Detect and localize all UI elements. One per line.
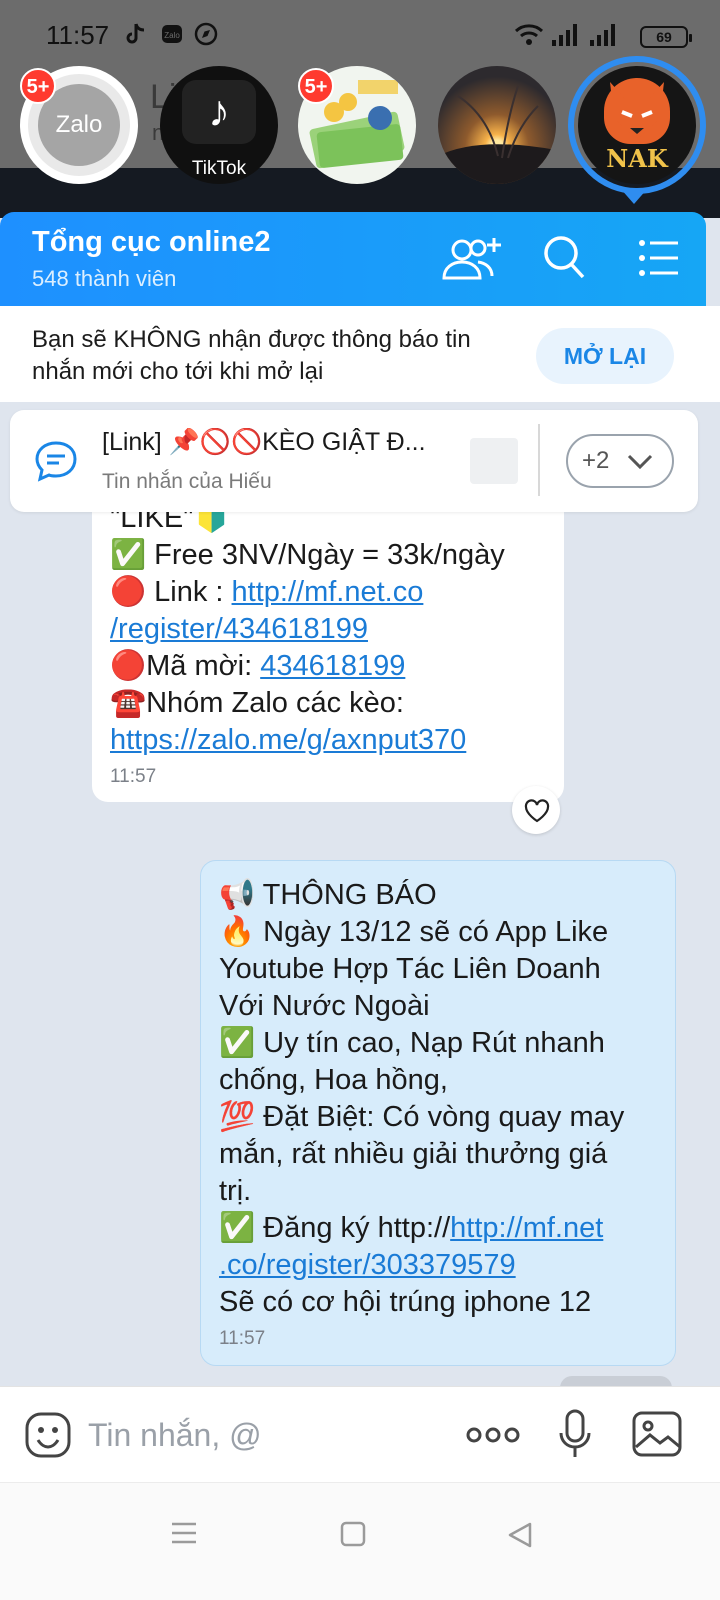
message-input-bar [0,1386,720,1482]
chat-header: Tổng cục online2 548 thành viên [0,212,706,306]
menu-icon[interactable] [638,238,680,283]
message-time: 11:57 [110,766,157,787]
pinned-sender: Tin nhắn của Hiếu [102,470,272,493]
chevron-down-icon [627,454,653,470]
fox-logo-icon [604,78,670,144]
message-text: 🔴Mã mời: [110,650,261,682]
mute-notice: Bạn sẽ KHÔNG nhận được thông báo tin nhắ… [0,306,720,402]
message-line: ✅ Free 3NV/Ngày = 33k/ngày [110,539,505,571]
chat-head-fox[interactable]: NAK [578,66,696,184]
search-icon[interactable] [542,234,586,285]
outgoing-message[interactable]: 📢 THÔNG BÁO 🔥 Ngày 13/12 sẽ có App Like … [200,860,676,1366]
pinned-message[interactable]: [Link] 📌🚫🚫KÈO GIẬT Đ... Tin nhắn của Hiế… [10,410,698,512]
zalo-group-link[interactable]: https://zalo.me/g/axnput370 [110,724,466,756]
divider [538,424,540,496]
fox-logo-text: NAK [606,144,668,173]
heart-icon [524,799,550,823]
sticker-icon[interactable] [24,1411,72,1464]
more-icon[interactable] [466,1425,520,1450]
wifi-icon [514,24,544,48]
message-line: chống, Hoa hồng, [219,1064,448,1096]
chat-head-sunset[interactable] [438,66,556,184]
recents-icon[interactable] [170,1521,198,1550]
incoming-message[interactable]: "LIKE"🔰 ✅ Free 3NV/Ngày = 33k/ngày 🔴 Lin… [92,474,564,802]
message-line: ✅ Uy tín cao, Nạp Rút nhanh [219,1027,605,1059]
signal-icon [552,24,577,48]
message-line: 💯 Đặt Biệt: Có vòng quay may [219,1101,625,1133]
message-line: 🔴 Link : http://mf.net.co [110,574,546,611]
status-time: 11:57 [46,20,110,50]
pinned-more-button[interactable]: +2 [566,434,674,488]
message-text: 🔴 Link : [110,576,232,608]
message-line: ☎️Nhóm Zalo các kèo: [110,687,404,719]
message-line: Với Nước Ngoài [219,990,430,1022]
image-icon[interactable] [632,1411,682,1462]
mute-notice-text: Bạn sẽ KHÔNG nhận được thông báo tin nhắ… [32,326,471,385]
react-button[interactable] [512,786,560,834]
signal-icon-2 [590,24,615,48]
message-line: Sẽ có cơ hội trúng iphone 12 [219,1286,592,1318]
compass-icon [194,22,218,46]
message-text: ✅ Đăng ký http:// [219,1212,451,1244]
message-time: 11:57 [219,1328,266,1349]
message-line: .co/register/303379579 [219,1247,657,1284]
mic-icon[interactable] [558,1409,592,1466]
message-line: 📢 THÔNG BÁO [219,879,437,911]
pinned-more-count: +2 [582,447,610,474]
register-link[interactable]: http://mf.net [450,1212,603,1244]
pinned-thumbnail [470,438,518,484]
tiktok-icon [124,22,148,46]
message-line: https://zalo.me/g/axnput370 [110,722,546,759]
add-member-icon[interactable] [440,234,504,289]
register-link-cont[interactable]: /register/434618199 [110,613,368,645]
pinned-title: [Link] 📌🚫🚫KÈO GIẬT Đ... [102,428,426,456]
chat-head-tiktok[interactable]: ♪ TikTok [160,66,278,184]
group-name[interactable]: Tổng cục online2 [32,226,270,259]
message-line: mắn, rất nhiều giải thưởng giá [219,1138,608,1170]
active-chat-head-pointer [620,188,648,204]
message-line: trị. [219,1175,252,1207]
register-link-cont[interactable]: .co/register/303379579 [219,1249,516,1281]
home-icon[interactable] [340,1521,366,1552]
notification-badge: 5+ [20,68,56,104]
chat-bubble-icon [34,440,78,487]
invite-code-link[interactable]: 434618199 [260,650,405,682]
member-count: 548 thành viên [32,266,177,291]
tiktok-label: TikTok [191,158,247,179]
message-line: Youtube Hợp Tác Liên Doanh [219,953,601,985]
tiktok-logo-icon: ♪ [182,80,256,144]
message-input[interactable] [88,1407,448,1463]
message-line: ✅ Đăng ký http://http://mf.net [219,1210,657,1247]
message-line: 🔥 Ngày 13/12 sẽ có App Like [219,916,609,948]
zalo-icon: Zalo [160,22,184,46]
reopen-notifications-button[interactable]: MỞ LẠI [536,328,674,384]
system-nav-bar [0,1482,720,1600]
sunset-avatar-image [438,85,556,184]
svg-text:Zalo: Zalo [164,31,180,40]
register-link[interactable]: http://mf.net.co [232,576,424,608]
message-line: 🔴Mã mời: 434618199 [110,648,546,685]
battery-icon: 69 [640,26,692,48]
back-icon[interactable] [506,1521,534,1554]
message-line: /register/434618199 [110,611,546,648]
notification-badge: 5+ [298,68,334,104]
